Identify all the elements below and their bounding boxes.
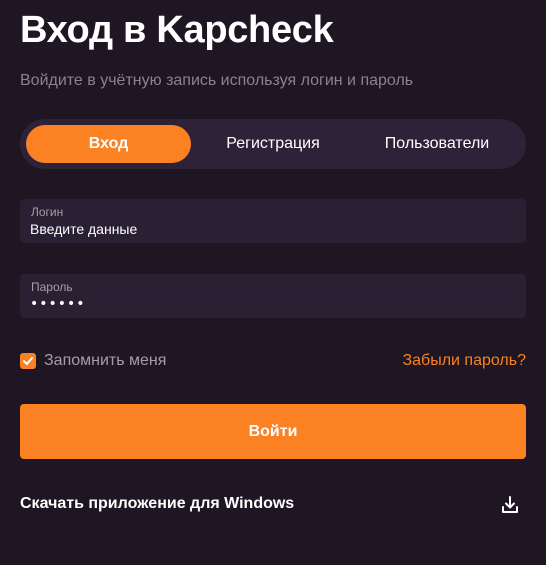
tab-register[interactable]: Регистрация xyxy=(190,125,356,163)
password-label: Пароль xyxy=(31,280,73,294)
check-icon xyxy=(23,357,33,365)
password-field[interactable]: Пароль xyxy=(20,274,526,318)
login-field[interactable]: Логин xyxy=(20,199,526,243)
forgot-password-link[interactable]: Забыли пароль? xyxy=(402,352,526,370)
download-icon[interactable] xyxy=(500,495,520,515)
login-label: Логин xyxy=(31,205,64,219)
download-windows-link[interactable]: Скачать приложение для Windows xyxy=(20,495,294,513)
auth-tabs: Вход Регистрация Пользователи xyxy=(20,119,526,169)
login-page: Вход в Kapcheck Войдите в учётную запись… xyxy=(0,0,546,565)
password-input[interactable] xyxy=(30,294,510,314)
remember-label[interactable]: Запомнить меня xyxy=(44,352,166,370)
login-button[interactable]: Войти xyxy=(20,404,526,459)
remember-checkbox[interactable] xyxy=(20,353,36,369)
page-subtitle: Войдите в учётную запись используя логин… xyxy=(20,72,414,89)
tab-login[interactable]: Вход xyxy=(26,125,191,163)
page-title: Вход в Kapcheck xyxy=(20,9,334,51)
login-input[interactable] xyxy=(30,219,510,239)
tab-users[interactable]: Пользователи xyxy=(354,125,520,163)
